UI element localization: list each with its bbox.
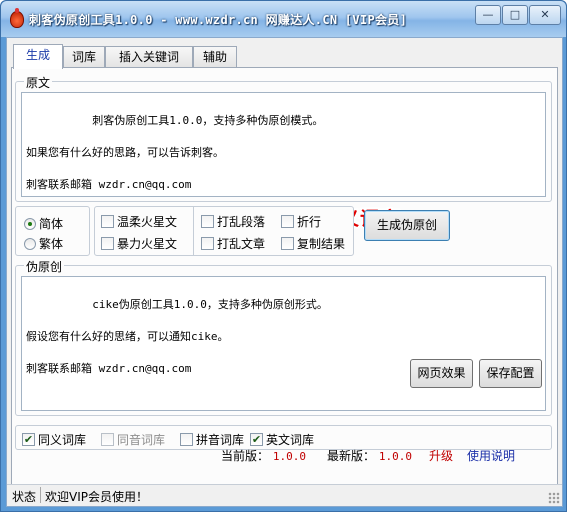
tab-insert-keywords[interactable]: 插入关键词 (105, 46, 193, 68)
original-textarea[interactable]: 刺客伪原创工具1.0.0，支持多种伪原创模式。 如果您有什么好的思路，可以告诉刺… (21, 92, 546, 197)
status-bar: 状态 欢迎VIP会员使用！ (7, 484, 562, 506)
violent-martian-label: 暴力火星文 (117, 237, 178, 251)
minimize-button[interactable]: — (475, 5, 501, 25)
gentle-martian-checkbox[interactable]: 温柔火星文 (101, 213, 177, 230)
save-config-button[interactable]: 保存配置 (479, 359, 542, 388)
current-version-value: 1.0.0 (272, 450, 306, 463)
pinyin-dict-label: 拼音词库 (196, 433, 245, 447)
current-version-label: 当前版： (221, 449, 270, 463)
result-textarea[interactable]: cike伪原创工具1.0.0，支持多种伪原创形式。 假设您有什么好的思绪，可以通… (21, 276, 546, 411)
tab-auxiliary[interactable]: 辅助 (193, 46, 237, 68)
violent-martian-checkbox[interactable]: 暴力火星文 (101, 235, 177, 252)
copy-result-label: 复制结果 (297, 237, 346, 251)
tab-dictionary[interactable]: 词库 (63, 46, 105, 68)
latest-version-label: 最新版： (327, 449, 376, 463)
homophone-dict-label: 同音词库 (117, 433, 166, 447)
web-effect-button[interactable]: 网页效果 (410, 359, 473, 388)
line-wrap-label: 折行 (297, 215, 322, 229)
checkmark-icon: ✔ (22, 433, 35, 446)
simplified-radio[interactable]: 简体 (24, 215, 63, 232)
client-area: 生成 词库 插入关键词 辅助 原文 刺客伪原创工具1.0.0，支持多种伪原创模式… (6, 37, 563, 507)
checkbox-icon (201, 237, 214, 250)
synonym-dict-checkbox[interactable]: ✔ 同义词库 (22, 431, 86, 448)
generate-panel: 原文 刺客伪原创工具1.0.0，支持多种伪原创模式。 如果您有什么好的思路，可以… (11, 67, 558, 495)
result-label: 伪原创 (24, 258, 65, 275)
title-bar[interactable]: 刺客伪原创工具1.0.0 - www.wzdr.cn 网赚达人.CN [VIP会… (1, 1, 566, 37)
app-logo-icon (10, 8, 24, 28)
checkbox-icon (101, 237, 114, 250)
english-dict-checkbox[interactable]: ✔ 英文词库 (250, 431, 314, 448)
script-group: 简体 繁体 (15, 206, 90, 256)
synonym-dict-label: 同义词库 (38, 433, 87, 447)
original-text: 刺客伪原创工具1.0.0，支持多种伪原创模式。 如果您有什么好的思路，可以告诉刺… (26, 114, 324, 191)
current-version: 当前版： 1.0.0 (221, 447, 306, 464)
checkbox-icon (101, 215, 114, 228)
radio-dot-icon (24, 237, 36, 250)
copy-result-checkbox[interactable]: 复制结果 (281, 235, 345, 252)
homophone-dict-checkbox: 同音词库 (101, 431, 165, 448)
latest-version-value: 1.0.0 (378, 450, 412, 463)
shuffle-paragraphs-checkbox[interactable]: 打乱段落 (201, 213, 265, 230)
status-label: 状态 (12, 490, 37, 504)
pinyin-dict-checkbox[interactable]: 拼音词库 (180, 431, 244, 448)
original-label: 原文 (24, 74, 53, 91)
traditional-label: 繁体 (39, 237, 64, 251)
group-divider (193, 207, 194, 255)
english-dict-label: 英文词库 (266, 433, 315, 447)
transform-group: 温柔火星文 暴力火星文 打乱段落 打乱文章 折行 复制结果 (94, 206, 354, 256)
checkbox-icon (180, 433, 193, 446)
result-text: cike伪原创工具1.0.0，支持多种伪原创形式。 假设您有什么好的思绪，可以通… (26, 298, 328, 375)
tab-generate[interactable]: 生成 (13, 44, 63, 69)
shuffle-article-checkbox[interactable]: 打乱文章 (201, 235, 265, 252)
checkmark-icon: ✔ (250, 433, 263, 446)
original-group: 原文 刺客伪原创工具1.0.0，支持多种伪原创模式。 如果您有什么好的思路，可以… (15, 74, 552, 202)
window-title: 刺客伪原创工具1.0.0 - www.wzdr.cn 网赚达人.CN [VIP会… (29, 13, 408, 27)
close-button[interactable]: ✕ (529, 5, 561, 25)
checkbox-icon (201, 215, 214, 228)
simplified-label: 简体 (39, 217, 64, 231)
traditional-radio[interactable]: 繁体 (24, 235, 63, 252)
checkbox-icon (101, 433, 114, 446)
upgrade-link[interactable]: 升级 (429, 447, 453, 464)
radio-dot-icon (24, 217, 36, 230)
checkbox-icon (281, 215, 294, 228)
status-divider (40, 487, 41, 503)
generate-button[interactable]: 生成伪原创 (364, 210, 450, 241)
line-wrap-checkbox[interactable]: 折行 (281, 213, 321, 230)
shuffle-article-label: 打乱文章 (217, 237, 266, 251)
checkbox-icon (281, 237, 294, 250)
resize-grip-icon[interactable] (548, 492, 560, 504)
help-link[interactable]: 使用说明 (467, 447, 515, 464)
app-window: 刺客伪原创工具1.0.0 - www.wzdr.cn 网赚达人.CN [VIP会… (0, 0, 567, 512)
result-group: 伪原创 cike伪原创工具1.0.0，支持多种伪原创形式。 假设您有什么好的思绪… (15, 258, 552, 416)
shuffle-paragraphs-label: 打乱段落 (217, 215, 266, 229)
status-message: 欢迎VIP会员使用！ (45, 490, 148, 504)
latest-version: 最新版： 1.0.0 (327, 447, 412, 464)
gentle-martian-label: 温柔火星文 (117, 215, 178, 229)
maximize-button[interactable]: □ (502, 5, 528, 25)
